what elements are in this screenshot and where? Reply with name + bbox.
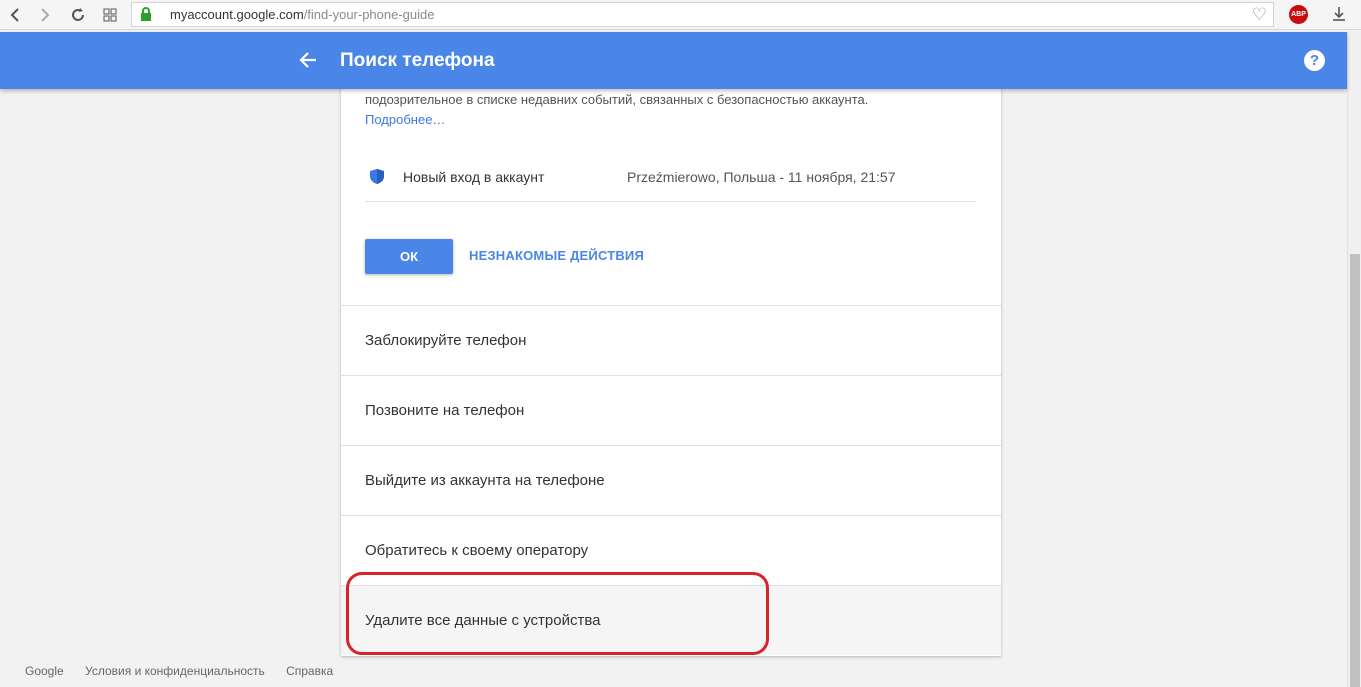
- action-ring-phone[interactable]: Позвоните на телефон: [341, 375, 1001, 445]
- find-phone-card: подозрительное в списке недавних событий…: [341, 60, 1001, 656]
- lock-icon: [141, 7, 151, 21]
- speed-dial-icon[interactable]: [99, 4, 121, 26]
- learn-more-link[interactable]: Подробнее…: [365, 110, 965, 130]
- url-text: myaccount.google.com/find-your-phone-gui…: [170, 7, 435, 22]
- action-contact-carrier[interactable]: Обратитесь к своему оператору: [341, 515, 1001, 585]
- event-detail: Przeźmierowo, Польша - 11 ноября, 21:57: [627, 169, 896, 185]
- action-lock-phone[interactable]: Заблокируйте телефон: [341, 305, 1001, 375]
- scrollbar[interactable]: [1347, 32, 1361, 687]
- footer-terms-link[interactable]: Условия и конфиденциальность: [85, 664, 265, 678]
- adblock-plus-icon[interactable]: ABP: [1289, 5, 1308, 24]
- scrollbar-thumb[interactable]: [1350, 254, 1360, 687]
- address-bar[interactable]: myaccount.google.com/find-your-phone-gui…: [131, 2, 1274, 27]
- ok-button[interactable]: ОК: [365, 239, 453, 274]
- footer-google-link[interactable]: Google: [25, 664, 64, 678]
- reload-icon[interactable]: [67, 4, 89, 26]
- action-sign-out-phone[interactable]: Выйдите из аккаунта на телефоне: [341, 445, 1001, 515]
- action-erase-device[interactable]: Удалите все данные с устройства: [341, 585, 1001, 655]
- event-name: Новый вход в аккаунт: [403, 169, 545, 185]
- security-intro-text: подозрительное в списке недавних событий…: [365, 90, 965, 130]
- help-icon[interactable]: ?: [1304, 50, 1325, 71]
- browser-toolbar: myaccount.google.com/find-your-phone-gui…: [0, 0, 1361, 30]
- footer: Google Условия и конфиденциальность Спра…: [25, 664, 351, 678]
- shield-icon: [370, 169, 384, 184]
- footer-help-link[interactable]: Справка: [286, 664, 333, 678]
- unknown-activity-button[interactable]: НЕЗНАКОМЫЕ ДЕЙСТВИЯ: [469, 248, 644, 263]
- security-event-row: Новый вход в аккаунт Przeźmierowo, Польш…: [365, 160, 976, 202]
- back-arrow-icon[interactable]: [297, 49, 319, 71]
- bookmark-heart-icon[interactable]: ♡: [1252, 5, 1267, 25]
- forward-nav-icon[interactable]: [34, 4, 56, 26]
- action-list: Заблокируйте телефон Позвоните на телефо…: [341, 305, 1001, 655]
- app-header: Поиск телефона ?: [0, 32, 1347, 89]
- back-nav-icon[interactable]: [4, 4, 26, 26]
- download-icon[interactable]: [1328, 3, 1350, 25]
- page-title: Поиск телефона: [340, 50, 495, 71]
